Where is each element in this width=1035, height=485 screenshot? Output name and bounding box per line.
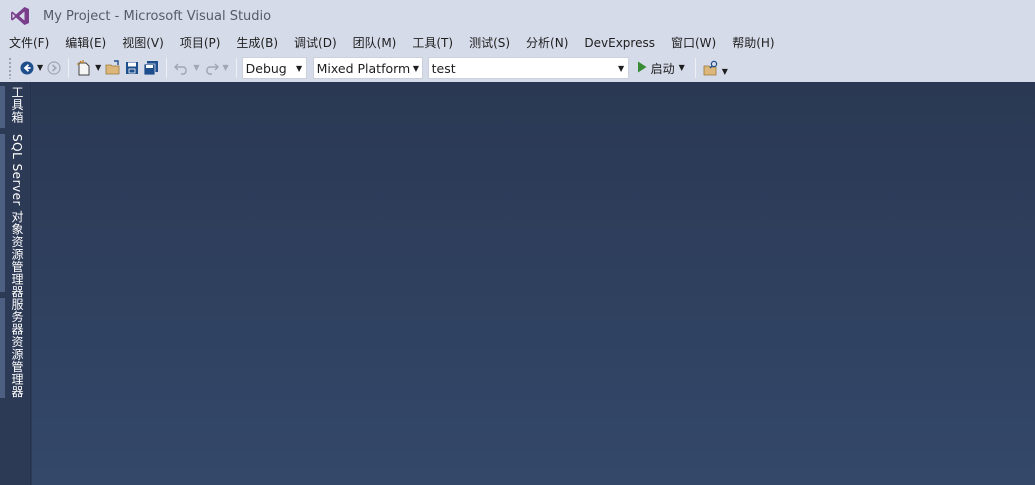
window-title: My Project - Microsoft Visual Studio <box>43 8 272 24</box>
toolbar-grip[interactable] <box>8 57 12 79</box>
find-in-files-button[interactable] <box>701 57 721 79</box>
navigate-back-button[interactable] <box>18 57 36 79</box>
redo-dropdown-icon[interactable]: ▼ <box>222 64 228 72</box>
menu-edit[interactable]: 编辑(E) <box>57 33 114 53</box>
menu-debug[interactable]: 调试(D) <box>286 33 345 53</box>
startup-project-select[interactable]: test ▼ <box>427 57 629 79</box>
menu-project[interactable]: 项目(P) <box>172 33 229 53</box>
toolbar-separator <box>68 58 70 78</box>
back-icon <box>20 61 34 75</box>
tab-toolbox-label: 工具箱 <box>10 86 24 124</box>
undo-dropdown-icon[interactable]: ▼ <box>193 64 199 72</box>
menu-file[interactable]: 文件(F) <box>1 33 57 53</box>
solution-platform-value: Mixed Platform <box>316 60 411 76</box>
solution-configuration-select[interactable]: Debug ▼ <box>241 57 307 79</box>
menu-view[interactable]: 视图(V) <box>114 33 172 53</box>
redo-button[interactable] <box>201 57 221 79</box>
back-dropdown-icon[interactable]: ▼ <box>37 64 43 72</box>
forward-icon <box>47 61 61 75</box>
navigate-forward-button[interactable] <box>45 57 63 79</box>
visual-studio-logo-icon <box>10 6 32 26</box>
new-project-icon <box>76 60 92 76</box>
startup-project-value: test <box>431 60 456 76</box>
tab-sql-server-object-explorer-label: SQL Server 对象资源管理器 <box>10 134 24 298</box>
save-icon <box>125 61 139 75</box>
chevron-down-icon: ▼ <box>296 63 303 73</box>
menu-analyze[interactable]: 分析(N) <box>518 33 576 53</box>
chevron-down-icon: ▼ <box>618 63 625 73</box>
left-tool-window-tabs: 工具箱 SQL Server 对象资源管理器 服务器资源管理器 <box>0 82 31 485</box>
save-all-icon <box>143 60 159 76</box>
tab-server-explorer-label: 服务器资源管理器 <box>10 298 24 398</box>
toolbar-overflow-icon[interactable]: ▼ <box>722 68 728 76</box>
tab-indicator <box>0 86 5 128</box>
tab-indicator <box>0 298 5 398</box>
find-in-files-icon <box>703 60 719 76</box>
title-bar: My Project - Microsoft Visual Studio <box>0 0 1035 32</box>
save-button[interactable] <box>123 57 141 79</box>
menu-devexpress[interactable]: DevExpress <box>576 33 663 53</box>
menu-team[interactable]: 团队(M) <box>345 33 405 53</box>
tab-sql-server-object-explorer[interactable]: SQL Server 对象资源管理器 <box>0 134 30 298</box>
chevron-down-icon: ▼ <box>412 63 419 73</box>
solution-configuration-value: Debug <box>245 60 287 76</box>
new-project-button[interactable] <box>74 57 94 79</box>
menu-build[interactable]: 生成(B) <box>228 33 286 53</box>
standard-toolbar: ▼ ▼ ▼ ▼ Debug ▼ Mixed Platform ▼ test ▼ … <box>0 54 1035 82</box>
menu-window[interactable]: 窗口(W) <box>663 33 724 53</box>
save-all-button[interactable] <box>141 57 161 79</box>
tab-toolbox[interactable]: 工具箱 <box>0 86 30 128</box>
menu-help[interactable]: 帮助(H) <box>724 33 782 53</box>
tab-server-explorer[interactable]: 服务器资源管理器 <box>0 298 30 398</box>
menu-test[interactable]: 测试(S) <box>461 33 518 53</box>
undo-button[interactable] <box>172 57 192 79</box>
start-label: 启动 <box>650 61 675 76</box>
start-dropdown-icon[interactable]: ▼ <box>679 64 685 72</box>
menu-bar: 文件(F) 编辑(E) 视图(V) 项目(P) 生成(B) 调试(D) 团队(M… <box>0 32 1035 54</box>
undo-icon <box>174 61 190 75</box>
menu-tools[interactable]: 工具(T) <box>404 33 461 53</box>
open-file-icon <box>105 60 121 76</box>
toolbar-separator <box>166 58 168 78</box>
start-debugging-button[interactable]: 启动 ▼ <box>634 57 690 79</box>
solution-platform-select[interactable]: Mixed Platform ▼ <box>312 57 423 79</box>
redo-icon <box>203 61 220 75</box>
open-file-button[interactable] <box>103 57 123 79</box>
start-icon <box>637 61 647 76</box>
toolbar-separator <box>694 58 696 78</box>
editor-area[interactable] <box>32 82 1035 485</box>
tab-indicator <box>0 134 5 292</box>
toolbar-separator <box>235 58 237 78</box>
new-project-dropdown-icon[interactable]: ▼ <box>95 64 101 72</box>
